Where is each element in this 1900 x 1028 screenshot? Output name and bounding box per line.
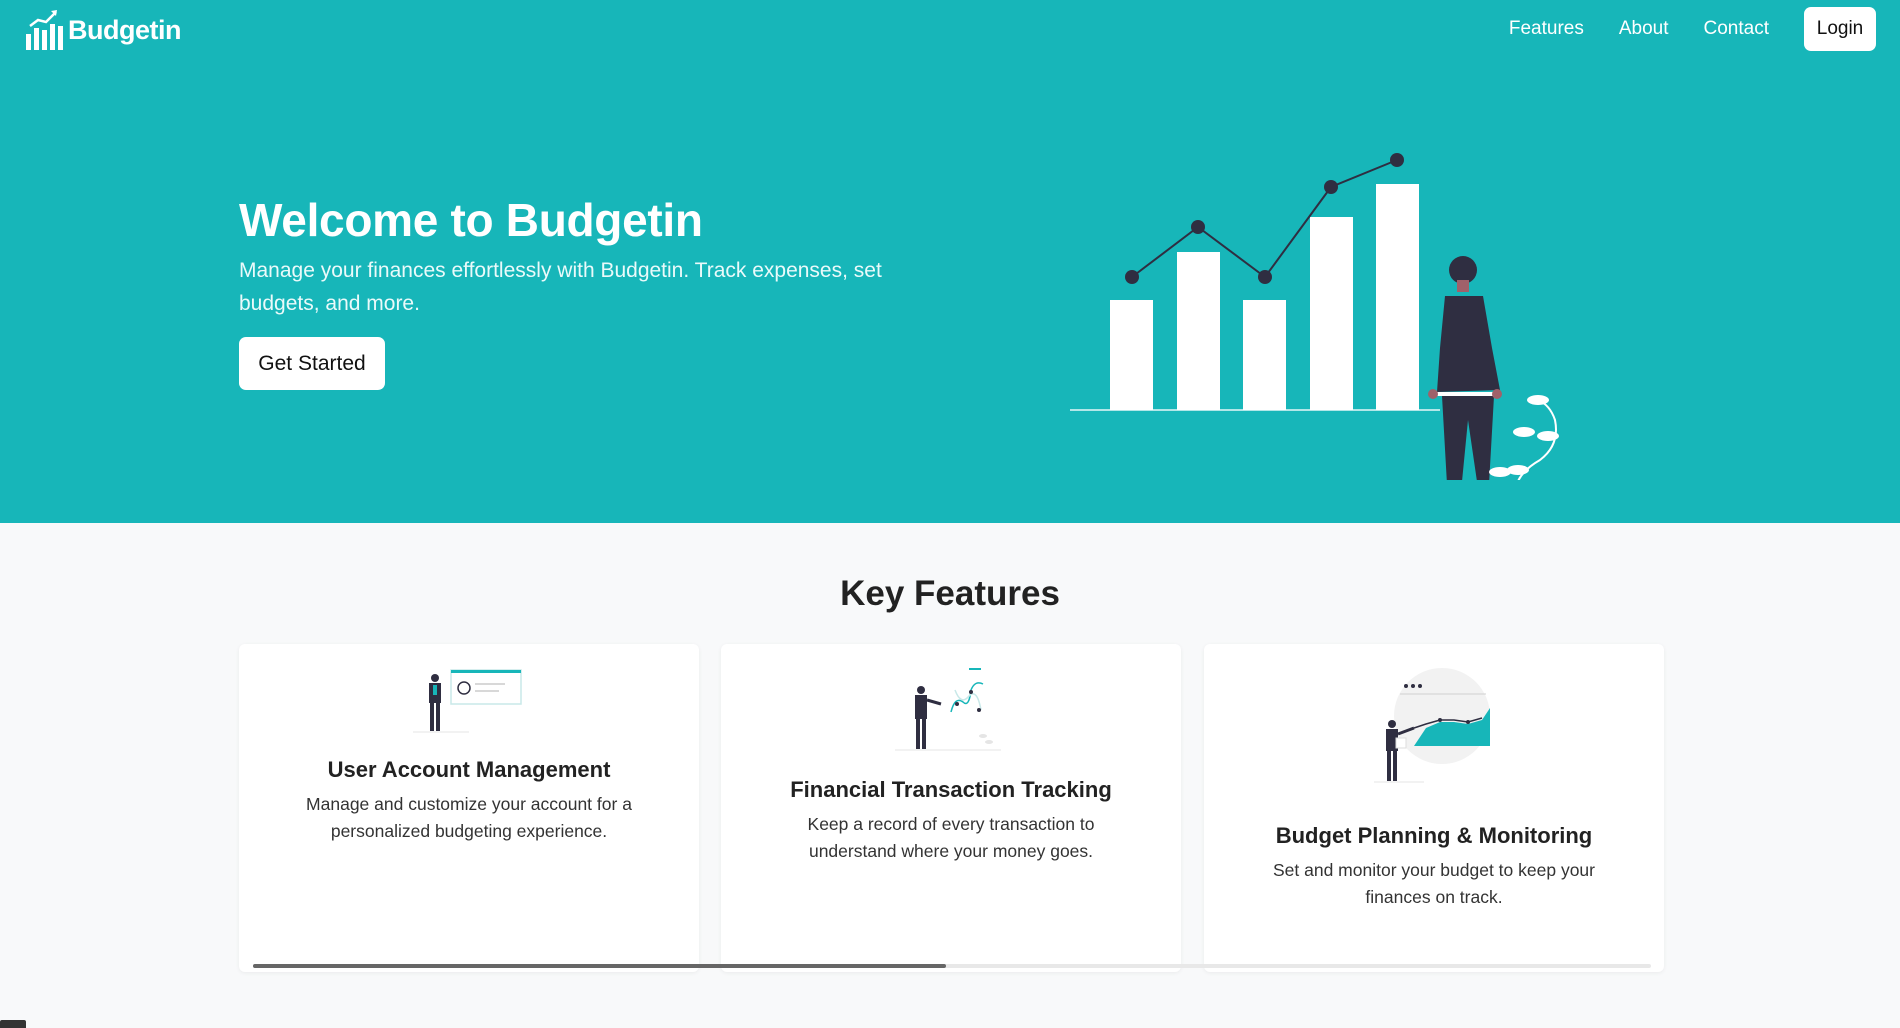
feature-card-title: Budget Planning & Monitoring xyxy=(1275,823,1593,848)
transaction-tracking-illustration-icon xyxy=(895,668,1001,751)
feature-card-title: User Account Management xyxy=(327,757,611,782)
feature-card-budget[interactable]: Budget Planning & Monitoring Set and mon… xyxy=(1204,644,1664,972)
brand-link[interactable]: Budgetin xyxy=(26,8,181,52)
hero-section: Welcome to Budgetin Manage your finances… xyxy=(0,58,1900,523)
brand-name: Budgetin xyxy=(68,14,181,45)
features-carousel[interactable]: User Account Management Manage and custo… xyxy=(239,644,1664,974)
nav-link-features[interactable]: Features xyxy=(1509,18,1584,40)
nav-links: Features About Contact Login xyxy=(1509,7,1876,51)
get-started-button[interactable]: Get Started xyxy=(239,337,385,390)
login-button[interactable]: Login xyxy=(1804,7,1876,51)
features-heading: Key Features xyxy=(840,574,1060,613)
nav-link-contact[interactable]: Contact xyxy=(1704,18,1769,40)
nav-link-about[interactable]: About xyxy=(1619,18,1669,40)
hero-subtitle: Manage your finances effortlessly with B… xyxy=(239,259,882,315)
carousel-scrollbar[interactable] xyxy=(253,964,1651,968)
feature-card-text: Manage and customize your account for a … xyxy=(306,794,632,841)
feature-card-user-account[interactable]: User Account Management Manage and custo… xyxy=(239,644,699,972)
feature-card-title: Financial Transaction Tracking xyxy=(790,777,1112,802)
logo-icon xyxy=(26,10,63,50)
feature-card-text: Set and monitor your budget to keep your… xyxy=(1272,860,1595,907)
growth-chart-illustration xyxy=(1070,153,1559,480)
carousel-scrollbar-thumb[interactable] xyxy=(253,964,946,968)
feature-card-text: Keep a record of every transaction to un… xyxy=(807,814,1095,861)
user-account-illustration-icon xyxy=(413,669,522,733)
navbar: Budgetin Features About Contact Login xyxy=(0,0,1900,59)
hero-title: Welcome to Budgetin xyxy=(239,194,703,246)
budget-monitoring-illustration-icon xyxy=(1374,668,1490,783)
corner-widget-icon[interactable] xyxy=(0,1020,26,1028)
feature-card-transactions[interactable]: Financial Transaction Tracking Keep a re… xyxy=(721,644,1181,972)
